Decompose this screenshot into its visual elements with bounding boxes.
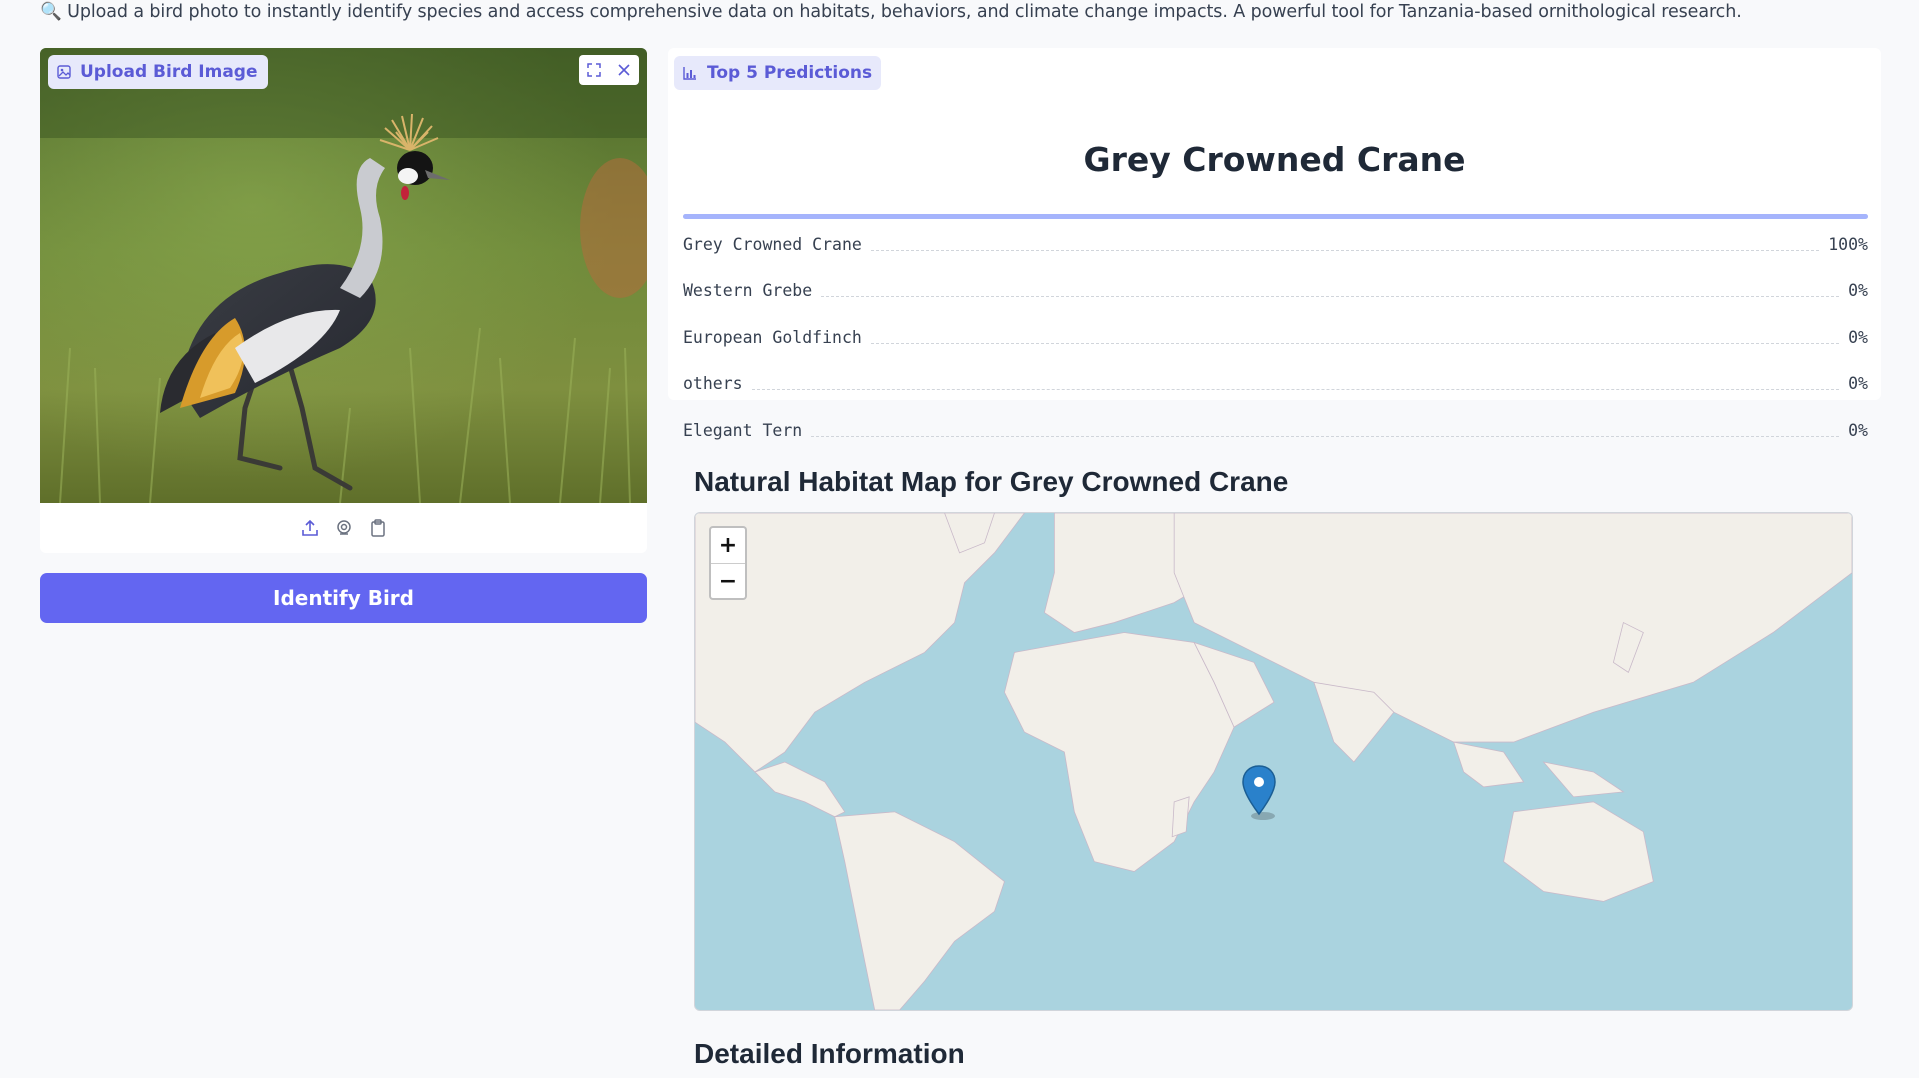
top-confidence-bar (683, 214, 1868, 219)
predictions-label: Top 5 Predictions (674, 56, 882, 90)
prediction-percent: 0% (1848, 420, 1868, 440)
top-confidence-fill (683, 214, 1868, 219)
world-map (695, 513, 1852, 1010)
leader-dots (811, 435, 1840, 437)
image-actions (579, 55, 639, 85)
prediction-row: Elegant Tern 0% (683, 407, 1868, 454)
predictions-panel: Top 5 Predictions Grey Crowned Crane Gre… (668, 48, 1881, 440)
predictions-list: Grey Crowned Crane 100% Western Grebe 0%… (683, 221, 1868, 454)
habitat-map-heading: Natural Habitat Map for Grey Crowned Cra… (694, 466, 1289, 497)
prediction-name: Elegant Tern (683, 420, 803, 440)
fullscreen-icon[interactable] (579, 55, 609, 85)
prediction-row: Western Grebe 0% (683, 268, 1868, 315)
map-pin-icon[interactable] (1241, 764, 1277, 822)
intro-text: 🔍 Upload a bird photo to instantly ident… (40, 2, 1742, 22)
image-source-bar (40, 503, 647, 553)
leader-dots (870, 249, 1820, 251)
prediction-name: European Goldfinch (683, 327, 862, 347)
prediction-percent: 0% (1848, 281, 1868, 301)
zoom-control: + − (709, 526, 747, 600)
predictions-label-text: Top 5 Predictions (707, 63, 873, 83)
upload-label-text: Upload Bird Image (80, 62, 258, 82)
leader-dots (751, 389, 1840, 391)
prediction-percent: 0% (1848, 374, 1868, 394)
page: 🔍 Upload a bird photo to instantly ident… (0, 0, 1919, 1078)
prediction-percent: 100% (1828, 234, 1868, 254)
leader-dots (821, 296, 1840, 298)
zoom-in-button[interactable]: + (711, 528, 745, 563)
image-upload-panel[interactable]: Upload Bird Image (40, 48, 647, 553)
identify-bird-button[interactable]: Identify Bird (40, 573, 647, 623)
prediction-row: European Goldfinch 0% (683, 314, 1868, 361)
webcam-icon[interactable] (333, 517, 355, 539)
prediction-row: others 0% (683, 361, 1868, 408)
prediction-name: Grey Crowned Crane (683, 234, 862, 254)
image-icon (57, 65, 71, 79)
upload-icon[interactable] (299, 517, 321, 539)
prediction-name: Western Grebe (683, 281, 813, 301)
bar-chart-icon (683, 67, 696, 80)
prediction-row: Grey Crowned Crane 100% (683, 221, 1868, 268)
upload-label: Upload Bird Image (48, 55, 268, 89)
zoom-out-button[interactable]: − (711, 563, 745, 598)
clipboard-icon[interactable] (367, 517, 389, 539)
prediction-percent: 0% (1848, 327, 1868, 347)
leader-dots (870, 342, 1840, 344)
prediction-name: others (683, 374, 743, 394)
close-icon[interactable] (609, 55, 639, 85)
top-prediction-title: Grey Crowned Crane (1083, 140, 1466, 179)
bird-photo (40, 48, 647, 503)
detailed-info-heading: Detailed Information (694, 1038, 965, 1069)
habitat-map[interactable]: + − (694, 512, 1853, 1011)
